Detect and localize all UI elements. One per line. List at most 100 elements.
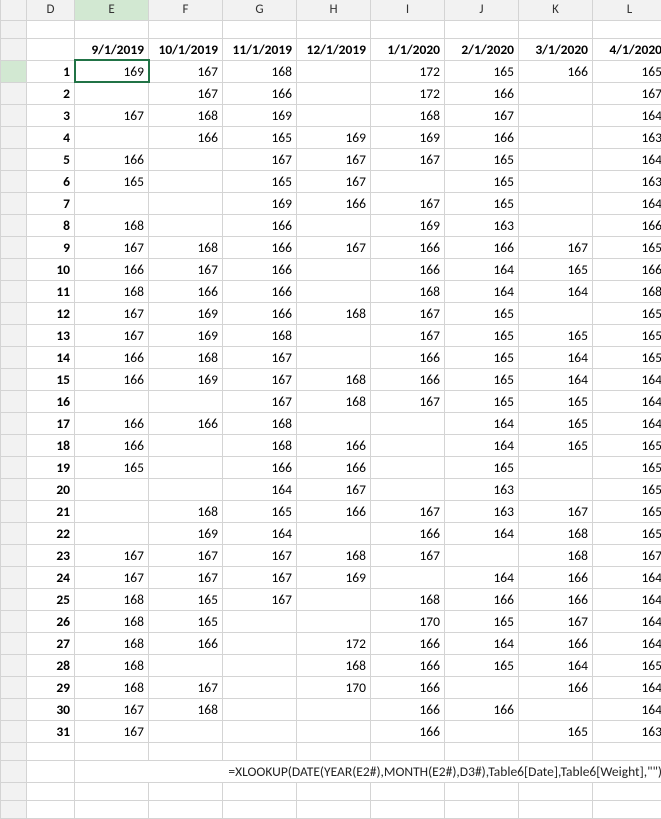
data-cell[interactable]: 164 [519, 280, 593, 302]
row-label-cell[interactable]: 3 [27, 104, 75, 126]
data-cell[interactable] [297, 522, 371, 544]
data-cell[interactable]: 169 [149, 324, 223, 346]
data-cell[interactable]: 164 [445, 280, 519, 302]
cell[interactable] [519, 20, 593, 38]
data-cell[interactable]: 169 [297, 126, 371, 148]
data-cell[interactable] [297, 610, 371, 632]
row-header[interactable] [1, 126, 27, 148]
data-cell[interactable]: 165 [519, 390, 593, 412]
data-cell[interactable]: 164 [223, 522, 297, 544]
data-cell[interactable] [149, 390, 223, 412]
row-label-cell[interactable]: 21 [27, 500, 75, 522]
data-cell[interactable]: 170 [297, 676, 371, 698]
data-cell[interactable] [149, 192, 223, 214]
col-header-E[interactable]: E [75, 0, 149, 20]
data-cell[interactable] [297, 412, 371, 434]
data-cell[interactable]: 169 [223, 192, 297, 214]
data-cell[interactable] [297, 104, 371, 126]
data-cell[interactable]: 165 [223, 500, 297, 522]
data-cell[interactable]: 166 [75, 346, 149, 368]
data-cell[interactable]: 168 [297, 368, 371, 390]
data-cell[interactable]: 164 [519, 346, 593, 368]
data-cell[interactable] [371, 456, 445, 478]
data-cell[interactable] [371, 566, 445, 588]
data-cell[interactable] [519, 170, 593, 192]
data-cell[interactable]: 165 [593, 522, 661, 544]
cell[interactable] [75, 782, 149, 800]
data-cell[interactable]: 164 [593, 676, 661, 698]
cell[interactable] [297, 20, 371, 38]
data-cell[interactable]: 165 [593, 434, 661, 456]
row-header[interactable] [1, 280, 27, 302]
data-cell[interactable]: 166 [297, 456, 371, 478]
row-header[interactable] [1, 324, 27, 346]
data-cell[interactable]: 164 [593, 390, 661, 412]
data-cell[interactable]: 167 [371, 324, 445, 346]
data-cell[interactable]: 167 [371, 390, 445, 412]
data-cell[interactable]: 167 [371, 192, 445, 214]
col-header-D[interactable]: D [27, 0, 75, 20]
data-cell[interactable]: 167 [149, 60, 223, 82]
data-cell[interactable]: 166 [371, 522, 445, 544]
data-cell[interactable]: 166 [519, 676, 593, 698]
data-cell[interactable]: 165 [445, 324, 519, 346]
data-cell[interactable] [519, 456, 593, 478]
cell[interactable] [149, 800, 223, 818]
data-cell[interactable]: 169 [149, 522, 223, 544]
data-cell[interactable] [223, 654, 297, 676]
col-header-I[interactable]: I [371, 0, 445, 20]
cell[interactable] [75, 742, 149, 760]
data-cell[interactable]: 167 [593, 82, 661, 104]
data-cell[interactable]: 167 [223, 148, 297, 170]
data-cell[interactable]: 166 [75, 148, 149, 170]
data-cell[interactable]: 164 [593, 104, 661, 126]
data-cell[interactable] [223, 632, 297, 654]
data-cell[interactable]: 168 [149, 104, 223, 126]
row-header[interactable] [1, 610, 27, 632]
data-cell[interactable] [149, 654, 223, 676]
data-cell[interactable]: 165 [149, 610, 223, 632]
data-cell[interactable]: 167 [519, 500, 593, 522]
data-cell[interactable]: 167 [371, 148, 445, 170]
data-cell[interactable]: 164 [593, 610, 661, 632]
data-cell[interactable]: 166 [371, 654, 445, 676]
formula-cell[interactable]: =XLOOKUP(DATE(YEAR(E2#),MONTH(E2#),D3#),… [75, 760, 661, 782]
data-cell[interactable]: 167 [75, 698, 149, 720]
data-cell[interactable]: 168 [371, 588, 445, 610]
data-cell[interactable]: 167 [297, 170, 371, 192]
data-cell[interactable]: 165 [445, 148, 519, 170]
row-header[interactable] [1, 258, 27, 280]
select-all-corner[interactable] [1, 0, 27, 20]
row-header[interactable] [1, 478, 27, 500]
row-header[interactable] [1, 522, 27, 544]
cell[interactable] [27, 38, 75, 60]
data-cell[interactable]: 164 [593, 588, 661, 610]
data-cell[interactable]: 164 [519, 368, 593, 390]
row-label-cell[interactable]: 19 [27, 456, 75, 478]
data-cell[interactable] [297, 214, 371, 236]
data-cell[interactable]: 167 [149, 258, 223, 280]
cell[interactable] [149, 782, 223, 800]
data-cell[interactable]: 165 [445, 390, 519, 412]
data-cell[interactable]: 166 [223, 82, 297, 104]
data-cell[interactable] [223, 610, 297, 632]
data-cell[interactable]: 167 [297, 236, 371, 258]
cell[interactable] [593, 782, 661, 800]
date-header-cell[interactable]: 9/1/2019 [75, 38, 149, 60]
cell[interactable] [445, 20, 519, 38]
data-cell[interactable]: 167 [223, 566, 297, 588]
data-cell[interactable]: 166 [445, 698, 519, 720]
row-header[interactable] [1, 148, 27, 170]
data-cell[interactable]: 166 [371, 720, 445, 742]
date-header-cell[interactable]: 3/1/2020 [519, 38, 593, 60]
row-label-cell[interactable]: 1 [27, 60, 75, 82]
cell[interactable] [149, 20, 223, 38]
data-cell[interactable]: 165 [223, 170, 297, 192]
row-label-cell[interactable]: 22 [27, 522, 75, 544]
data-cell[interactable]: 166 [149, 126, 223, 148]
data-cell[interactable]: 166 [371, 368, 445, 390]
row-label-cell[interactable]: 9 [27, 236, 75, 258]
row-header[interactable] [1, 236, 27, 258]
data-cell[interactable]: 169 [149, 368, 223, 390]
data-cell[interactable]: 165 [149, 588, 223, 610]
